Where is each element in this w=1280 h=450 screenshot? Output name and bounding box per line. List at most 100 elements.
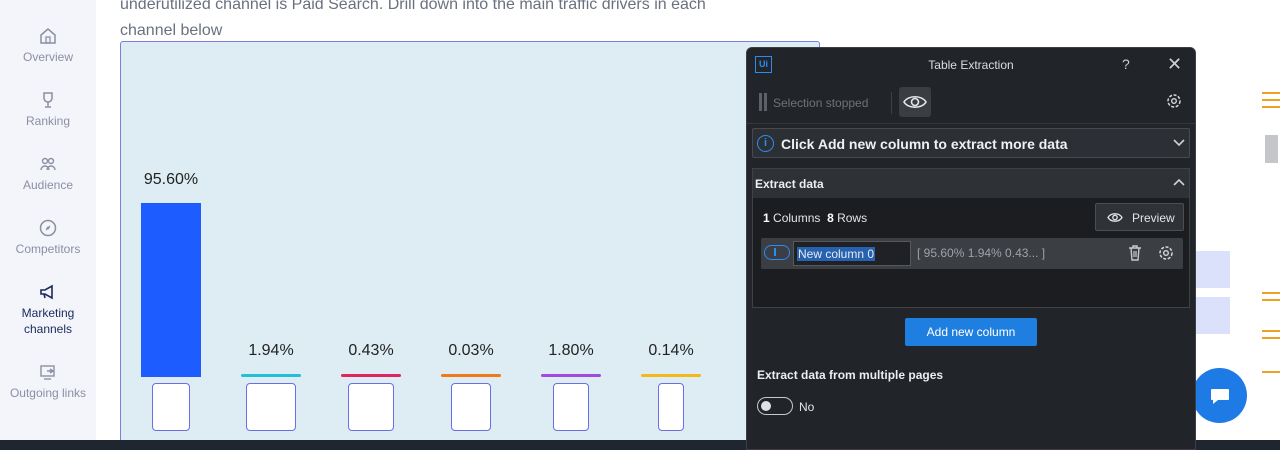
help-button[interactable]: ? (1122, 56, 1130, 72)
sidebar-item-label: Overview (22, 50, 73, 64)
chart-column: 1.80% (541, 42, 601, 450)
chart-column: 0.03% (441, 42, 501, 450)
chart-bar (341, 374, 401, 377)
multi-page-toggle-value: No (799, 400, 815, 414)
external-link-icon (40, 365, 55, 380)
decor-line (1262, 292, 1280, 294)
decor-line (1262, 99, 1280, 101)
column-name-value: New column 0 (797, 247, 876, 261)
extract-data-header[interactable]: Extract data (753, 169, 1189, 198)
sidebar-item-label: Marketing channels (21, 306, 75, 336)
eye-icon (1107, 213, 1123, 222)
columns-label: Columns (773, 211, 821, 225)
info-icon: i (757, 135, 774, 152)
decor-line (1262, 299, 1280, 301)
sidebar-item-label: Competitors (15, 242, 81, 256)
scrollbar-thumb[interactable] (1265, 135, 1278, 163)
chart-data-label: 0.14% (648, 342, 694, 359)
sidebar-item-label: Audience (22, 178, 74, 192)
chart-data-label: 1.80% (548, 342, 594, 359)
table-extraction-dialog: Ui Table Extraction ? ✕ Selection stoppe… (746, 47, 1196, 450)
chart-bar (641, 374, 701, 377)
side-card (1196, 139, 1246, 191)
channel-icon-box[interactable] (152, 383, 190, 431)
highlight-toggle-button[interactable] (899, 87, 931, 117)
column-settings-gear-icon[interactable] (1157, 244, 1175, 262)
column-name-input[interactable]: New column 0 (793, 241, 911, 266)
info-banner[interactable]: i Click Add new column to extract more d… (752, 128, 1190, 158)
banner-text: Click Add new column to extract more dat… (781, 136, 1068, 152)
side-card-2 (1196, 200, 1246, 350)
compass-icon (39, 219, 57, 237)
decor-line (1262, 337, 1280, 339)
chart-column: 1.94% (241, 42, 301, 450)
chart-data-label: 95.60% (143, 171, 199, 188)
sidebar-item-label: Ranking (25, 114, 71, 128)
channel-icon-box[interactable] (658, 383, 684, 431)
eye-icon (903, 95, 927, 109)
extract-data-panel: Extract data 1 Columns 8 Rows Preview Ne… (752, 168, 1190, 308)
preview-label: Preview (1132, 211, 1175, 225)
channel-icon-box[interactable] (348, 383, 394, 431)
chart-data-label: 0.03% (448, 342, 494, 359)
rows-count: 8 (827, 211, 834, 225)
channel-description: underutilized channel is Paid Search. Dr… (120, 0, 760, 42)
sidebar-item-competitors[interactable]: Competitors (0, 218, 96, 257)
section-title: Extract data (755, 177, 824, 191)
sidebar-item-label: Outgoing links (9, 386, 87, 400)
extraction-counts: 1 Columns 8 Rows (763, 211, 867, 225)
multi-page-toggle[interactable] (757, 397, 793, 415)
channel-icon-box[interactable] (451, 383, 491, 431)
chart-column: 95.60% (141, 42, 201, 450)
multi-page-label: Extract data from multiple pages (757, 368, 944, 382)
column-row[interactable]: New column 0 [ 95.60% 1.94% 0.43... ] (761, 238, 1183, 269)
column-data-preview: [ 95.60% 1.94% 0.43... ] (917, 246, 1046, 260)
rows-label: Rows (837, 211, 868, 225)
sidebar-item-audience[interactable]: Audience (0, 154, 96, 193)
people-icon (40, 157, 56, 171)
sidebar-item-outgoing-links[interactable]: Outgoing links (0, 362, 96, 401)
sidebar-item-ranking[interactable]: Ranking (0, 90, 96, 129)
sidebar-item-overview[interactable]: Overview (0, 26, 96, 65)
channel-chart: 95.60% 1.94% 0.43% 0.03% 1.80% 0.14% (120, 41, 820, 450)
chart-data-label: 1.94% (248, 342, 294, 359)
add-new-column-button[interactable]: Add new column (905, 318, 1037, 346)
columns-count: 1 (763, 211, 770, 225)
trash-icon[interactable] (1127, 244, 1143, 262)
preview-button[interactable]: Preview (1095, 203, 1184, 231)
chart-data-label: 0.43% (348, 342, 394, 359)
trophy-icon (43, 92, 53, 108)
chart-column: 0.43% (341, 42, 401, 450)
chart-bar (141, 203, 201, 377)
chart-bar (441, 374, 501, 377)
chart-bar (541, 374, 601, 377)
megaphone-icon (40, 284, 53, 300)
chevron-down-icon[interactable] (1173, 135, 1185, 151)
chat-button[interactable] (1192, 368, 1247, 423)
column-toggle[interactable] (764, 245, 790, 260)
selection-status: Selection stopped (773, 96, 869, 110)
decor-line (1262, 330, 1280, 332)
dialog-titlebar[interactable]: Ui Table Extraction ? ✕ (747, 48, 1195, 82)
decor-line (1262, 106, 1280, 108)
sidebar-item-marketing-channels[interactable]: Marketing channels (0, 282, 96, 337)
decor-line (1262, 371, 1280, 373)
channel-icon-box[interactable] (553, 383, 589, 431)
chart-column: 0.14% (641, 42, 701, 450)
channel-icon-box[interactable] (246, 383, 296, 431)
sidebar: Overview Ranking Audience Competitors Ma… (0, 0, 96, 440)
chart-bar (241, 374, 301, 377)
close-button[interactable]: ✕ (1167, 54, 1182, 75)
settings-gear-icon[interactable] (1165, 92, 1183, 110)
decor-line (1262, 92, 1280, 94)
pause-icon (759, 93, 767, 111)
home-icon (40, 28, 56, 44)
description-line-1: underutilized channel is Paid Search. Dr… (120, 0, 706, 13)
chevron-up-icon[interactable] (1173, 175, 1185, 191)
side-card-block (1196, 297, 1230, 334)
toolbar-divider (891, 92, 892, 114)
dialog-toolbar: Selection stopped (747, 82, 1195, 124)
chat-icon (1210, 388, 1229, 404)
description-line-2: channel below (120, 22, 223, 39)
side-card-block (1196, 251, 1230, 288)
